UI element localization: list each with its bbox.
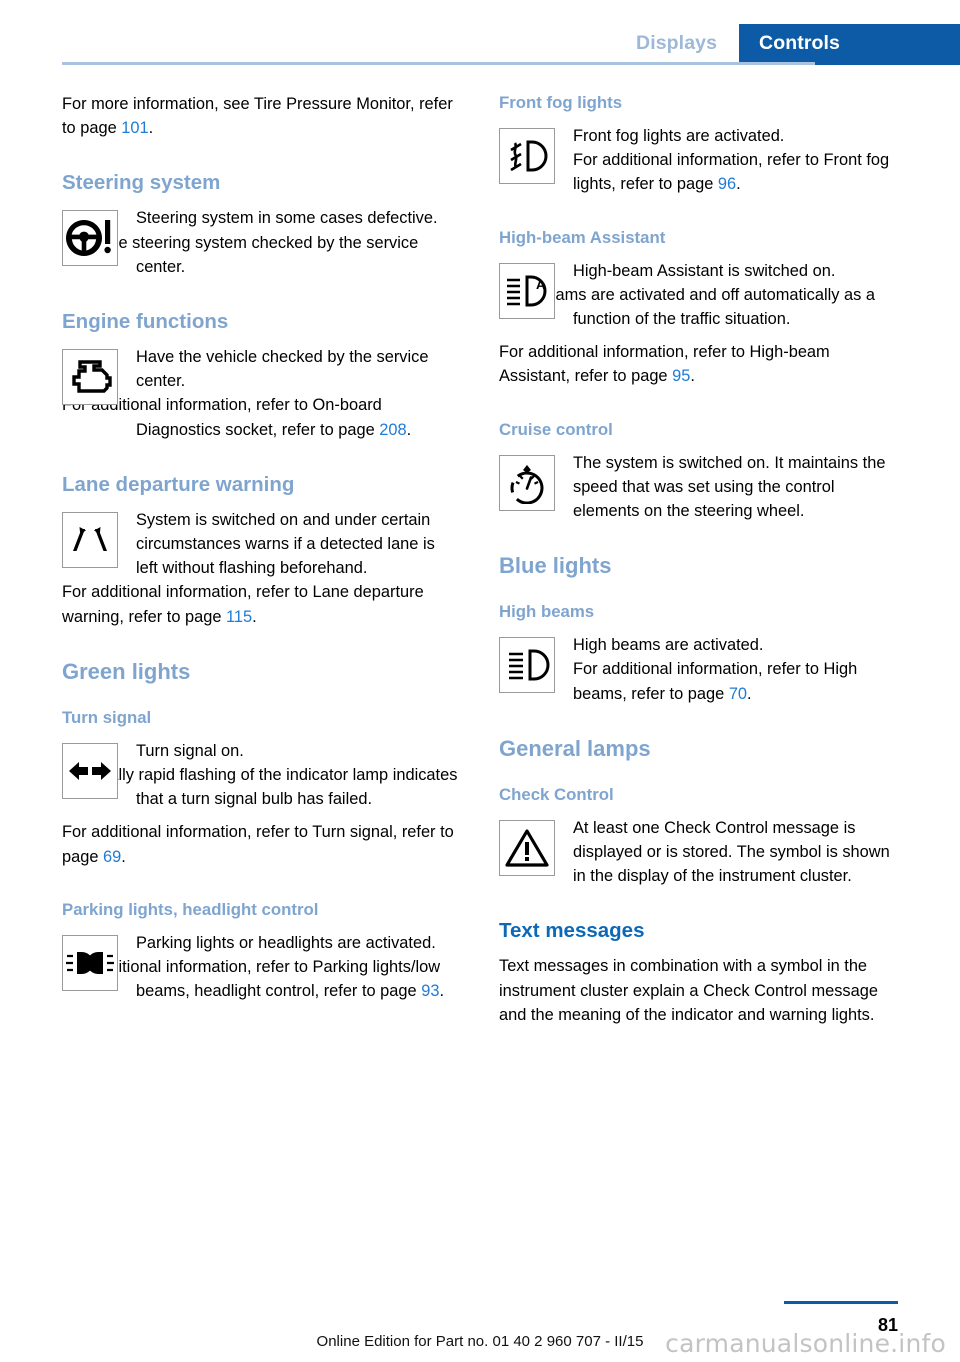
high-beam-assistant-line-1: High-beam Assistant is switched on. — [573, 261, 836, 280]
page-footer: 81 Online Edition for Part no. 01 40 2 9… — [0, 1282, 960, 1362]
parking-lights-line-1: Parking lights or headlights are activat… — [136, 933, 436, 952]
lane-departure-block: System is switched on and under certain … — [62, 508, 461, 629]
high-beams-block: High beams are activated. For additional… — [499, 633, 898, 706]
check-control-line-1: At least one Check Control message is di… — [573, 818, 890, 886]
high-beam-assistant-line-3-after: . — [690, 367, 695, 386]
tab-controls-label: Controls — [759, 31, 840, 54]
high-beams-line-1: High beams are activated. — [573, 636, 764, 655]
heading-high-beams: High beams — [499, 602, 595, 622]
page-ref-93[interactable]: 93 — [421, 982, 439, 1000]
high-beam-assistant-icon: A — [499, 262, 555, 319]
lane-line-1: System is switched on and under certain … — [136, 510, 435, 578]
front-fog-line-2-after: . — [736, 175, 741, 194]
steering-line-1: Steering system in some cases defective. — [136, 209, 438, 228]
tab-displays-label: Displays — [636, 31, 718, 54]
front-fog-line-2: For additional information, refer to Fro… — [573, 148, 898, 196]
page-header: Displays Controls — [0, 0, 960, 66]
high-beam-assistant-block: A High-beam Assistant is switched on. Hi… — [499, 259, 898, 389]
heading-green-lights: Green lights — [62, 658, 191, 684]
steering-wheel-warning-icon — [62, 210, 118, 267]
page-ref-95[interactable]: 95 — [672, 367, 690, 385]
warning-triangle-icon — [499, 819, 555, 876]
heading-check-control: Check Control — [499, 784, 614, 804]
header-divider-accent — [815, 62, 960, 65]
turn-signal-line-1: Turn signal on. — [136, 741, 244, 760]
page-ref-208[interactable]: 208 — [379, 421, 406, 439]
lane-departure-icon — [62, 511, 118, 568]
heading-steering-system: Steering system — [62, 171, 221, 195]
turn-signal-line-2: Unusually rapid flashing of the indicato… — [62, 766, 458, 809]
high-beam-assistant-line-2: High beams are activated and off automat… — [499, 285, 875, 329]
high-beam-icon — [499, 637, 555, 694]
heading-cruise-control: Cruise control — [499, 419, 613, 439]
engine-line-1: Have the vehicle checked by the service … — [136, 348, 429, 391]
check-engine-icon — [62, 349, 118, 406]
turn-signal-arrows-icon — [62, 742, 118, 799]
page-ref-70[interactable]: 70 — [729, 685, 747, 703]
heading-text-messages: Text messages — [499, 919, 645, 943]
page-ref-115[interactable]: 115 — [226, 608, 252, 626]
page-body: For more information, see Tire Pressure … — [62, 92, 898, 1027]
heading-blue-lights: Blue lights — [499, 553, 612, 579]
right-column: Front fog lights Front fog lights are ac… — [499, 92, 898, 1027]
intro-text-after: . — [148, 119, 154, 138]
heading-parking-lights-headlight-control: Parking lights, headlight control — [62, 899, 319, 919]
high-beam-assistant-line-3-before: For additional information, refer to Hig… — [499, 343, 830, 386]
watermark: carmanualsonline.info — [665, 1329, 946, 1358]
heading-lane-departure-warning: Lane departure warning — [62, 472, 295, 496]
turn-signal-line-3: For additional information, refer to Tur… — [62, 820, 461, 868]
steering-line-2: Have the steering system checked by the … — [62, 233, 419, 276]
lane-line-2: For additional information, refer to Lan… — [62, 580, 461, 628]
lane-line-2-after: . — [252, 607, 257, 626]
parking-lights-line-2-after: . — [439, 982, 444, 1001]
page-ref-69[interactable]: 69 — [103, 848, 121, 866]
parking-lights-line-2: For additional information, refer to Par… — [62, 955, 461, 1003]
heading-high-beam-assistant: High-beam Assistant — [499, 227, 666, 247]
front-fog-lights-block: Front fog lights are activated. For addi… — [499, 124, 898, 197]
text-messages-body: Text messages in combination with a symb… — [499, 957, 878, 1024]
high-beam-assistant-line-3: For additional information, refer to Hig… — [499, 340, 898, 388]
heading-turn-signal: Turn signal — [62, 707, 152, 727]
heading-front-fog-lights: Front fog lights — [499, 93, 623, 112]
turn-signal-block: Turn signal on. Unusually rapid flashing… — [62, 739, 461, 869]
parking-lights-line-2-before: For additional information, refer to Par… — [62, 958, 441, 1001]
check-control-block: At least one Check Control message is di… — [499, 816, 898, 889]
page-ref-101[interactable]: 101 — [121, 119, 148, 137]
engine-functions-block: Have the vehicle checked by the service … — [62, 345, 461, 442]
front-fog-line-1: Front fog lights are activated. — [573, 127, 785, 145]
cruise-control-block: The system is switched on. It maintains … — [499, 451, 898, 524]
parking-lights-icon — [62, 934, 118, 991]
intro-paragraph: For more information, see Tire Pressure … — [62, 92, 461, 140]
high-beams-line-2-after: . — [747, 684, 752, 703]
page-ref-96[interactable]: 96 — [718, 175, 736, 193]
steering-system-block: Steering system in some cases defective.… — [62, 206, 461, 279]
left-column: For more information, see Tire Pressure … — [62, 92, 461, 1027]
cruise-control-line-1: The system is switched on. It maintains … — [573, 453, 886, 521]
section-tabs: Displays Controls — [614, 24, 960, 62]
front-fog-light-icon — [499, 128, 555, 184]
parking-lights-block: Parking lights or headlights are activat… — [62, 931, 461, 1004]
footer-divider-accent — [784, 1301, 898, 1304]
tab-displays[interactable]: Displays — [614, 24, 740, 62]
high-beams-line-2-before: For additional information, refer to Hig… — [573, 660, 858, 703]
engine-line-2-after: . — [406, 420, 412, 439]
tab-controls[interactable]: Controls — [739, 24, 960, 62]
high-beams-line-2: For additional information, refer to Hig… — [573, 657, 898, 705]
heading-engine-functions: Engine functions — [62, 310, 229, 334]
cruise-control-gauge-icon — [499, 454, 555, 511]
heading-general-lamps: General lamps — [499, 735, 651, 761]
svg-text:A: A — [536, 277, 546, 292]
turn-signal-line-3-after: . — [121, 847, 126, 866]
two-column-layout: For more information, see Tire Pressure … — [62, 92, 898, 1027]
engine-line-2: For additional information, refer to On-… — [62, 393, 461, 441]
